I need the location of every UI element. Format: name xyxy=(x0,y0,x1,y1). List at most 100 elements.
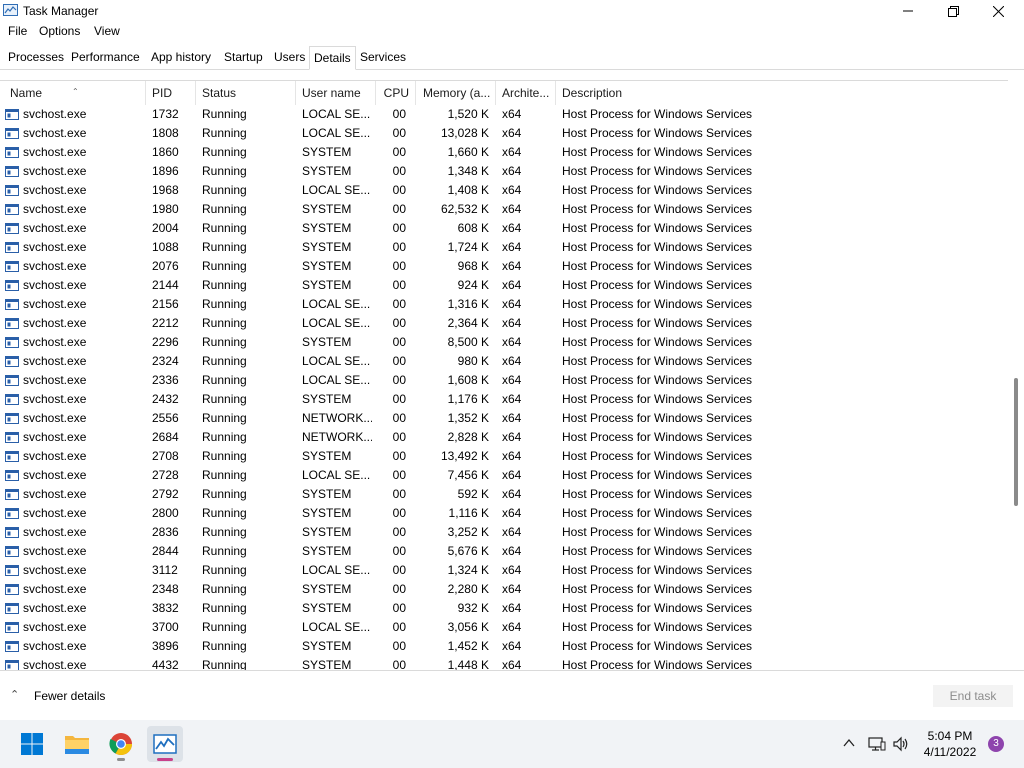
table-row[interactable]: svchost.exe 2792 Running SYSTEM 00 592 K x64 Ho… xyxy=(0,485,1008,504)
cell-cpu: 00 xyxy=(392,316,406,330)
menu-file[interactable]: File xyxy=(8,24,27,38)
cell-architecture: x64 xyxy=(502,373,522,387)
column-header-status[interactable]: Status xyxy=(196,81,296,105)
table-row[interactable]: svchost.exe 1732 Running LOCAL SE... 00 1,520… xyxy=(0,105,1008,124)
network-icon[interactable] xyxy=(868,736,886,752)
table-row[interactable]: svchost.exe 2684 Running NETWORK... 00 2,828 … xyxy=(0,428,1008,447)
cell-architecture: x64 xyxy=(502,392,522,406)
taskbar-clock[interactable]: 5:04 PM 4/11/2022 xyxy=(918,728,982,760)
table-row[interactable]: svchost.exe 2336 Running LOCAL SE... 00 1,608… xyxy=(0,371,1008,390)
cell-user-name: LOCAL SE... xyxy=(302,468,371,482)
cell-pid: 2212 xyxy=(152,316,179,330)
column-header-cpu[interactable]: CPU xyxy=(376,81,416,105)
cell-architecture: x64 xyxy=(502,487,522,501)
tab-users[interactable]: Users xyxy=(270,46,309,68)
table-row[interactable]: svchost.exe 3112 Running LOCAL SE... 00 1,324… xyxy=(0,561,1008,580)
notification-badge[interactable]: 3 xyxy=(988,736,1004,752)
cell-cpu: 00 xyxy=(392,221,406,235)
table-row[interactable]: svchost.exe 3896 Running SYSTEM 00 1,452 K x64… xyxy=(0,637,1008,656)
cell-process-name: svchost.exe xyxy=(23,259,87,273)
tab-app-history[interactable]: App history xyxy=(147,46,215,68)
table-row[interactable]: svchost.exe 2212 Running LOCAL SE... 00 2,364… xyxy=(0,314,1008,333)
cell-description: Host Process for Windows Services xyxy=(562,278,753,292)
table-row[interactable]: svchost.exe 2556 Running NETWORK... 00 1,352 … xyxy=(0,409,1008,428)
taskbar-task-manager[interactable] xyxy=(147,726,183,762)
table-row[interactable]: svchost.exe 2296 Running SYSTEM 00 8,500 K x64… xyxy=(0,333,1008,352)
table-row[interactable]: svchost.exe 2432 Running SYSTEM 00 1,176 K x64… xyxy=(0,390,1008,409)
tab-processes[interactable]: Processes xyxy=(4,46,68,68)
cell-process-name: svchost.exe xyxy=(23,107,87,121)
table-row[interactable]: svchost.exe 1808 Running LOCAL SE... 00 13,02… xyxy=(0,124,1008,143)
table-row[interactable]: svchost.exe 2844 Running SYSTEM 00 5,676 K x64… xyxy=(0,542,1008,561)
cell-architecture: x64 xyxy=(502,544,522,558)
cell-pid: 2792 xyxy=(152,487,179,501)
vertical-scrollbar[interactable] xyxy=(1008,80,1024,670)
table-row[interactable]: svchost.exe 1896 Running SYSTEM 00 1,348 K x64… xyxy=(0,162,1008,181)
column-header-user-name[interactable]: User name xyxy=(296,81,376,105)
process-window-icon xyxy=(5,223,19,234)
process-window-icon xyxy=(5,109,19,120)
cell-pid: 1088 xyxy=(152,240,179,254)
cell-process-name: svchost.exe xyxy=(23,658,87,671)
table-row[interactable]: svchost.exe 2144 Running SYSTEM 00 924 K x64 Ho… xyxy=(0,276,1008,295)
tab-performance[interactable]: Performance xyxy=(67,46,144,68)
tab-details[interactable]: Details xyxy=(309,46,356,70)
cell-architecture: x64 xyxy=(502,658,522,671)
tab-startup[interactable]: Startup xyxy=(220,46,267,68)
taskbar-file-explorer[interactable] xyxy=(59,726,95,762)
table-row[interactable]: svchost.exe 1968 Running LOCAL SE... 00 1,408… xyxy=(0,181,1008,200)
tab-services[interactable]: Services xyxy=(356,46,410,68)
process-window-icon xyxy=(5,204,19,215)
table-row[interactable]: svchost.exe 2076 Running SYSTEM 00 968 K x64 Ho… xyxy=(0,257,1008,276)
column-header-architecture[interactable]: Archite... xyxy=(496,81,556,105)
cell-cpu: 00 xyxy=(392,278,406,292)
table-row[interactable]: svchost.exe 2348 Running SYSTEM 00 2,280 K x64… xyxy=(0,580,1008,599)
table-row[interactable]: svchost.exe 2800 Running SYSTEM 00 1,116 K x64… xyxy=(0,504,1008,523)
process-window-icon xyxy=(5,147,19,158)
table-row[interactable]: svchost.exe 4432 Running SYSTEM 00 1,448 K x64… xyxy=(0,656,1008,671)
table-row[interactable]: svchost.exe 2728 Running LOCAL SE... 00 7,456… xyxy=(0,466,1008,485)
table-row[interactable]: svchost.exe 1088 Running SYSTEM 00 1,724 K x64… xyxy=(0,238,1008,257)
table-row[interactable]: svchost.exe 3832 Running SYSTEM 00 932 K x64 Ho… xyxy=(0,599,1008,618)
taskbar-chrome[interactable] xyxy=(103,726,139,762)
cell-pid: 2728 xyxy=(152,468,179,482)
cell-status: Running xyxy=(202,240,247,254)
scrollbar-thumb[interactable] xyxy=(1014,378,1018,506)
cell-status: Running xyxy=(202,126,247,140)
start-button[interactable] xyxy=(14,726,50,762)
cell-architecture: x64 xyxy=(502,430,522,444)
restore-button[interactable] xyxy=(930,0,976,22)
close-button[interactable] xyxy=(975,0,1021,22)
cell-user-name: SYSTEM xyxy=(302,240,352,254)
cell-process-name: svchost.exe xyxy=(23,525,87,539)
column-header-memory[interactable]: Memory (a... xyxy=(416,81,496,105)
column-header-description[interactable]: Description xyxy=(556,81,1008,105)
table-row[interactable]: svchost.exe 1980 Running SYSTEM 00 62,532 K x6… xyxy=(0,200,1008,219)
cell-pid: 2004 xyxy=(152,221,179,235)
table-row[interactable]: svchost.exe 3700 Running LOCAL SE... 00 3,056… xyxy=(0,618,1008,637)
chevron-up-icon[interactable] xyxy=(842,736,856,750)
table-row[interactable]: svchost.exe 2156 Running LOCAL SE... 00 1,316… xyxy=(0,295,1008,314)
table-row[interactable]: svchost.exe 2708 Running SYSTEM 00 13,492 K x6… xyxy=(0,447,1008,466)
end-task-button[interactable]: End task xyxy=(933,685,1013,707)
cell-process-name: svchost.exe xyxy=(23,639,87,653)
menu-options[interactable]: Options xyxy=(39,24,80,38)
cell-cpu: 00 xyxy=(392,145,406,159)
cell-status: Running xyxy=(202,259,247,273)
title-bar[interactable]: Task Manager xyxy=(0,0,1024,22)
table-row[interactable]: svchost.exe 1860 Running SYSTEM 00 1,660 K x64… xyxy=(0,143,1008,162)
table-row[interactable]: svchost.exe 2004 Running SYSTEM 00 608 K x64 Ho… xyxy=(0,219,1008,238)
cell-pid: 2708 xyxy=(152,449,179,463)
table-row[interactable]: svchost.exe 2836 Running SYSTEM 00 3,252 K x64… xyxy=(0,523,1008,542)
windows-start-icon xyxy=(21,733,43,755)
minimize-button[interactable] xyxy=(885,0,931,22)
column-header-pid[interactable]: PID xyxy=(146,81,196,105)
task-manager-icon xyxy=(153,734,177,754)
cell-description: Host Process for Windows Services xyxy=(562,221,753,235)
table-row[interactable]: svchost.exe 2324 Running LOCAL SE... 00 980 K… xyxy=(0,352,1008,371)
cell-process-name: svchost.exe xyxy=(23,202,87,216)
menu-view[interactable]: View xyxy=(94,24,120,38)
volume-icon[interactable] xyxy=(892,736,910,752)
process-window-icon xyxy=(5,375,19,386)
column-header-name[interactable]: Name ⌃ xyxy=(4,81,146,105)
